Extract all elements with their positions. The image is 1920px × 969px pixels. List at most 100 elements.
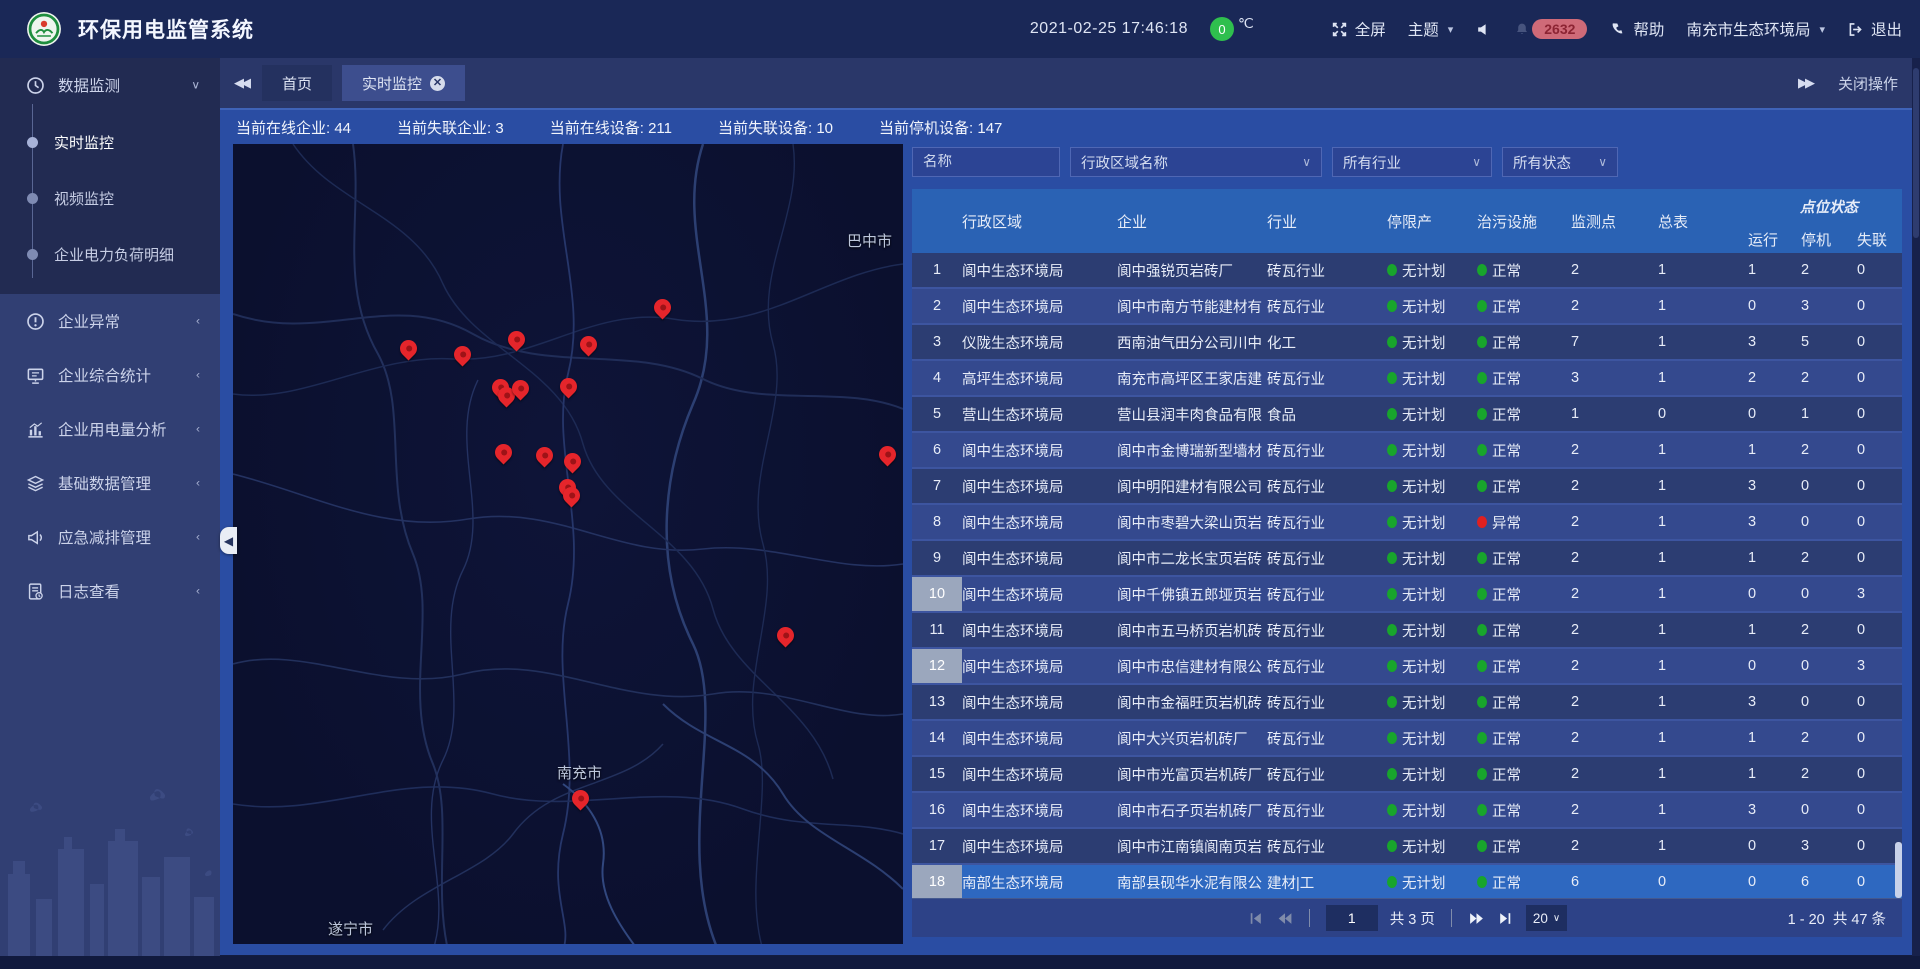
- cell-region: 阆中生态环境局: [962, 469, 1117, 503]
- sidebar-item[interactable]: 应急减排管理‹: [0, 510, 220, 564]
- table-row[interactable]: 18南部生态环境局南部县砚华水泥有限公建材|工无计划正常60060: [912, 865, 1902, 898]
- cell-run-count: 1: [1748, 757, 1801, 791]
- table-row[interactable]: 16阆中生态环境局阆中市石子页岩机砖厂砖瓦行业无计划正常21300: [912, 793, 1902, 829]
- notification-area[interactable]: 2632: [1514, 19, 1587, 39]
- map-panel[interactable]: 巴中市南充市遂宁市: [233, 144, 903, 944]
- cell-industry: 砖瓦行业: [1267, 505, 1387, 539]
- table-row[interactable]: 13阆中生态环境局阆中市金福旺页岩机砖砖瓦行业无计划正常21300: [912, 685, 1902, 721]
- cell-company: 阆中市光富页岩机砖厂: [1117, 757, 1267, 791]
- cell-meter-count: 1: [1658, 361, 1748, 395]
- tab-close-icon[interactable]: ✕: [430, 76, 445, 91]
- cell-stop-count: 2: [1801, 433, 1857, 467]
- status-dot-icon: [1477, 408, 1487, 420]
- page-number-input[interactable]: [1326, 905, 1378, 931]
- bullet-icon: [27, 193, 38, 204]
- cell-region: 阆中生态环境局: [962, 721, 1117, 755]
- status-filter-select[interactable]: 所有状态 ∨: [1502, 147, 1618, 177]
- close-operations-button[interactable]: 关闭操作: [1838, 73, 1898, 94]
- app-logo-icon: [26, 11, 62, 47]
- sidebar-item[interactable]: 日志查看‹: [0, 564, 220, 618]
- sidebar-collapse-handle[interactable]: ◀: [220, 527, 237, 554]
- row-index: 6: [912, 433, 962, 467]
- table-row[interactable]: 14阆中生态环境局阆中大兴页岩机砖厂砖瓦行业无计划正常21120: [912, 721, 1902, 757]
- cell-treatment-status: 正常: [1477, 613, 1571, 647]
- top-header: 环保用电监管系统 2021-02-25 17:46:18 0 ℃ 全屏 主题 ▾: [0, 0, 1920, 58]
- cell-monitor-count: 3: [1571, 361, 1658, 395]
- table-row[interactable]: 9阆中生态环境局阆中市二龙长宝页岩砖砖瓦行业无计划正常21120: [912, 541, 1902, 577]
- sidebar-subitem[interactable]: 视频监控: [0, 170, 220, 226]
- last-page-button[interactable]: [1497, 910, 1514, 927]
- tabs-scroll-right-icon[interactable]: ▶▶: [1798, 75, 1812, 91]
- region-filter-select[interactable]: 行政区域名称 ∨: [1070, 147, 1322, 177]
- logout-button[interactable]: 退出: [1847, 18, 1902, 40]
- theme-dropdown[interactable]: 主题 ▾: [1408, 18, 1454, 40]
- cell-stop-count: 2: [1801, 361, 1857, 395]
- help-button[interactable]: 帮助: [1609, 18, 1664, 40]
- sidebar-item[interactable]: 数据监测∨: [0, 58, 220, 112]
- prev-page-button[interactable]: [1276, 910, 1293, 927]
- tab-home[interactable]: 首页: [262, 65, 332, 101]
- cell-monitor-count: 1: [1571, 397, 1658, 431]
- sidebar-subitem[interactable]: 企业电力负荷明细: [0, 226, 220, 282]
- cell-monitor-count: 7: [1571, 325, 1658, 359]
- cell-production-status: 无计划: [1387, 721, 1477, 755]
- cell-stop-count: 1: [1801, 397, 1857, 431]
- row-index: 16: [912, 793, 962, 827]
- table-row[interactable]: 17阆中生态环境局阆中市江南镇阆南页岩砖瓦行业无计划正常21030: [912, 829, 1902, 865]
- table-row[interactable]: 8阆中生态环境局阆中市枣碧大梁山页岩砖瓦行业无计划异常21300: [912, 505, 1902, 541]
- table-row[interactable]: 15阆中生态环境局阆中市光富页岩机砖厂砖瓦行业无计划正常21120: [912, 757, 1902, 793]
- sidebar-item[interactable]: 企业用电量分析‹: [0, 402, 220, 456]
- industry-filter-select[interactable]: 所有行业 ∨: [1332, 147, 1492, 177]
- page-size-select[interactable]: 20 ∨: [1526, 905, 1567, 931]
- tabs-scroll-left-icon[interactable]: ◀◀: [234, 75, 248, 91]
- org-dropdown[interactable]: 南充市生态环境局 ▾: [1686, 18, 1825, 40]
- col-header-run: 运行: [1748, 219, 1801, 253]
- name-filter-input[interactable]: [923, 154, 1049, 170]
- cell-meter-count: 1: [1658, 829, 1748, 863]
- table-row[interactable]: 4高坪生态环境局南充市高坪区王家店建砖瓦行业无计划正常31220: [912, 361, 1902, 397]
- cell-monitor-count: 2: [1571, 829, 1658, 863]
- first-page-button[interactable]: [1247, 910, 1264, 927]
- table-scrollbar-thumb[interactable]: [1895, 842, 1902, 898]
- status-dot-icon: [1387, 516, 1397, 528]
- table-row[interactable]: 5营山生态环境局营山县润丰肉食品有限食品无计划正常10010: [912, 397, 1902, 433]
- sidebar-item[interactable]: 企业综合统计‹: [0, 348, 220, 402]
- cell-industry: 化工: [1267, 325, 1387, 359]
- cell-run-count: 3: [1748, 325, 1801, 359]
- cell-monitor-count: 2: [1571, 253, 1658, 287]
- status-dot-icon: [1387, 480, 1397, 492]
- cell-production-status: 无计划: [1387, 793, 1477, 827]
- cell-monitor-count: 2: [1571, 793, 1658, 827]
- sidebar-item[interactable]: 基础数据管理‹: [0, 456, 220, 510]
- table-row[interactable]: 10阆中生态环境局阆中千佛镇五郎垭页岩砖瓦行业无计划正常21003: [912, 577, 1902, 613]
- mute-button[interactable]: [1475, 21, 1492, 38]
- cell-monitor-count: 2: [1571, 613, 1658, 647]
- table-row[interactable]: 7阆中生态环境局阆中明阳建材有限公司砖瓦行业无计划正常21300: [912, 469, 1902, 505]
- table-row[interactable]: 3仪陇生态环境局西南油气田分公司川中化工无计划正常71350: [912, 325, 1902, 361]
- table-row[interactable]: 12阆中生态环境局阆中市忠信建材有限公砖瓦行业无计划正常21003: [912, 649, 1902, 685]
- cell-meter-count: 1: [1658, 757, 1748, 791]
- tab-active[interactable]: 实时监控✕: [342, 65, 465, 101]
- page-scrollbar-thumb[interactable]: [1913, 68, 1919, 238]
- sidebar-item[interactable]: 企业异常‹: [0, 294, 220, 348]
- cell-offline-count: 0: [1857, 541, 1902, 575]
- name-filter-field[interactable]: [912, 147, 1060, 177]
- cell-stop-count: 0: [1801, 649, 1857, 683]
- cell-production-status: 无计划: [1387, 649, 1477, 683]
- sidebar-subitem[interactable]: 实时监控: [0, 114, 220, 170]
- chevron-down-icon: ∨: [1553, 913, 1560, 924]
- row-index: 18: [912, 865, 962, 898]
- table-row[interactable]: 6阆中生态环境局阆中市金博瑞新型墙材砖瓦行业无计划正常21120: [912, 433, 1902, 469]
- table-row[interactable]: 2阆中生态环境局阆中市南方节能建材有砖瓦行业无计划正常21030: [912, 289, 1902, 325]
- sidebar: 数据监测∨实时监控视频监控企业电力负荷明细企业异常‹企业综合统计‹企业用电量分析…: [0, 58, 220, 969]
- cell-region: 阆中生态环境局: [962, 577, 1117, 611]
- table-row[interactable]: 11阆中生态环境局阆中市五马桥页岩机砖砖瓦行业无计划正常21120: [912, 613, 1902, 649]
- chevron-left-icon: ‹: [196, 423, 200, 436]
- next-page-button[interactable]: [1468, 910, 1485, 927]
- page-scrollbar[interactable]: [1912, 58, 1920, 969]
- chevron-down-icon: ∨: [1290, 155, 1311, 169]
- cell-meter-count: 1: [1658, 577, 1748, 611]
- table-row[interactable]: 1阆中生态环境局阆中强锐页岩砖厂砖瓦行业无计划正常21120: [912, 253, 1902, 289]
- fullscreen-button[interactable]: 全屏: [1331, 18, 1386, 40]
- cell-treatment-status: 正常: [1477, 649, 1571, 683]
